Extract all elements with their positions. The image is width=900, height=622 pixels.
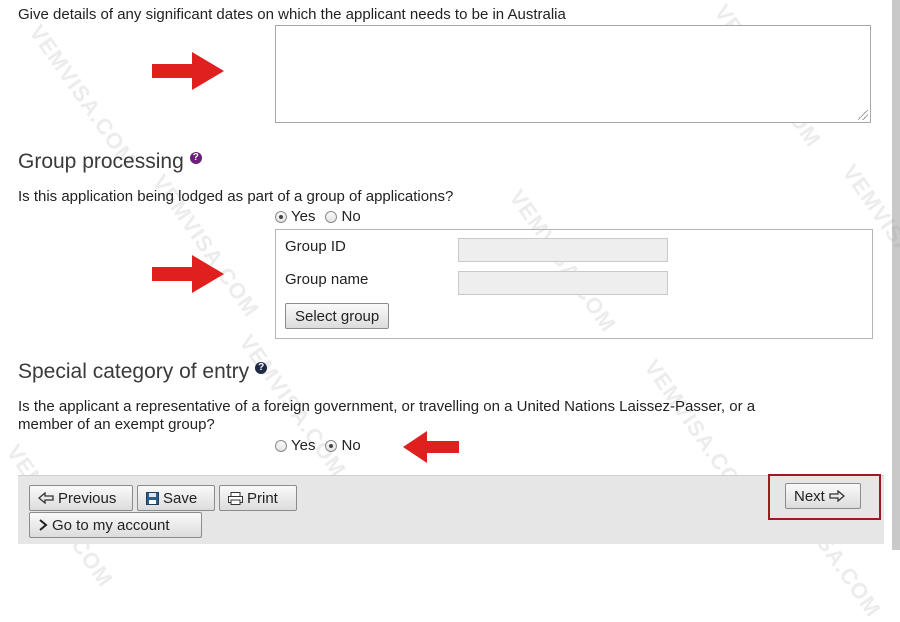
- group-radio-group: Yes No: [275, 208, 361, 225]
- go-to-my-account-button[interactable]: Go to my account: [29, 512, 202, 538]
- red-arrow-icon: [152, 52, 224, 90]
- printer-icon: [228, 491, 243, 505]
- chevron-right-icon: [39, 519, 48, 531]
- floppy-disk-icon: [146, 491, 159, 505]
- account-label: Go to my account: [52, 516, 170, 534]
- group-name-label: Group name: [285, 271, 369, 288]
- save-button[interactable]: Save: [137, 485, 215, 511]
- dates-textarea[interactable]: [275, 25, 871, 123]
- special-category-title: Special category of entry: [18, 360, 250, 383]
- dates-question: Give details of any significant dates on…: [18, 6, 566, 23]
- resize-handle-icon[interactable]: [858, 110, 868, 120]
- next-button[interactable]: Next: [785, 483, 861, 509]
- group-yes-radio[interactable]: [275, 210, 287, 223]
- special-yes-radio[interactable]: [275, 439, 287, 452]
- previous-label: Previous: [58, 489, 117, 507]
- group-id-input[interactable]: [458, 238, 668, 262]
- select-group-button[interactable]: Select group: [285, 303, 390, 329]
- vertical-scrollbar[interactable]: [892, 0, 900, 550]
- arrow-right-icon: [829, 490, 845, 502]
- arrow-left-icon: [38, 492, 54, 504]
- special-yes-label: Yes: [291, 437, 316, 454]
- special-no-label: No: [341, 437, 361, 454]
- print-button[interactable]: Print: [219, 485, 297, 511]
- help-icon[interactable]: ?: [189, 152, 202, 164]
- red-arrow-icon: [152, 255, 224, 293]
- group-name-input[interactable]: [458, 271, 668, 295]
- special-question-line1: Is the applicant a representative of a f…: [18, 398, 756, 415]
- red-arrow-icon: [403, 431, 459, 463]
- special-no-radio[interactable]: [325, 439, 338, 452]
- previous-button[interactable]: Previous: [29, 485, 133, 511]
- special-question-line2: member of an exempt group?: [18, 416, 215, 433]
- group-no-label: No: [341, 208, 361, 225]
- select-group-label: Select group: [295, 307, 380, 325]
- special-radio-group: Yes No: [275, 437, 361, 454]
- group-yes-label: Yes: [291, 208, 316, 225]
- group-id-label: Group ID: [285, 238, 346, 255]
- save-label: Save: [163, 489, 198, 507]
- group-processing-heading: Group processing?: [18, 150, 202, 174]
- print-label: Print: [247, 489, 278, 507]
- help-icon[interactable]: ?: [255, 362, 268, 374]
- group-question: Is this application being lodged as part…: [18, 188, 454, 205]
- special-category-heading: Special category of entry?: [18, 360, 268, 384]
- group-details-box: Group ID Group name Select group: [275, 229, 873, 339]
- group-no-radio[interactable]: [325, 210, 338, 223]
- group-processing-title: Group processing: [18, 150, 184, 173]
- next-label: Next: [794, 487, 825, 505]
